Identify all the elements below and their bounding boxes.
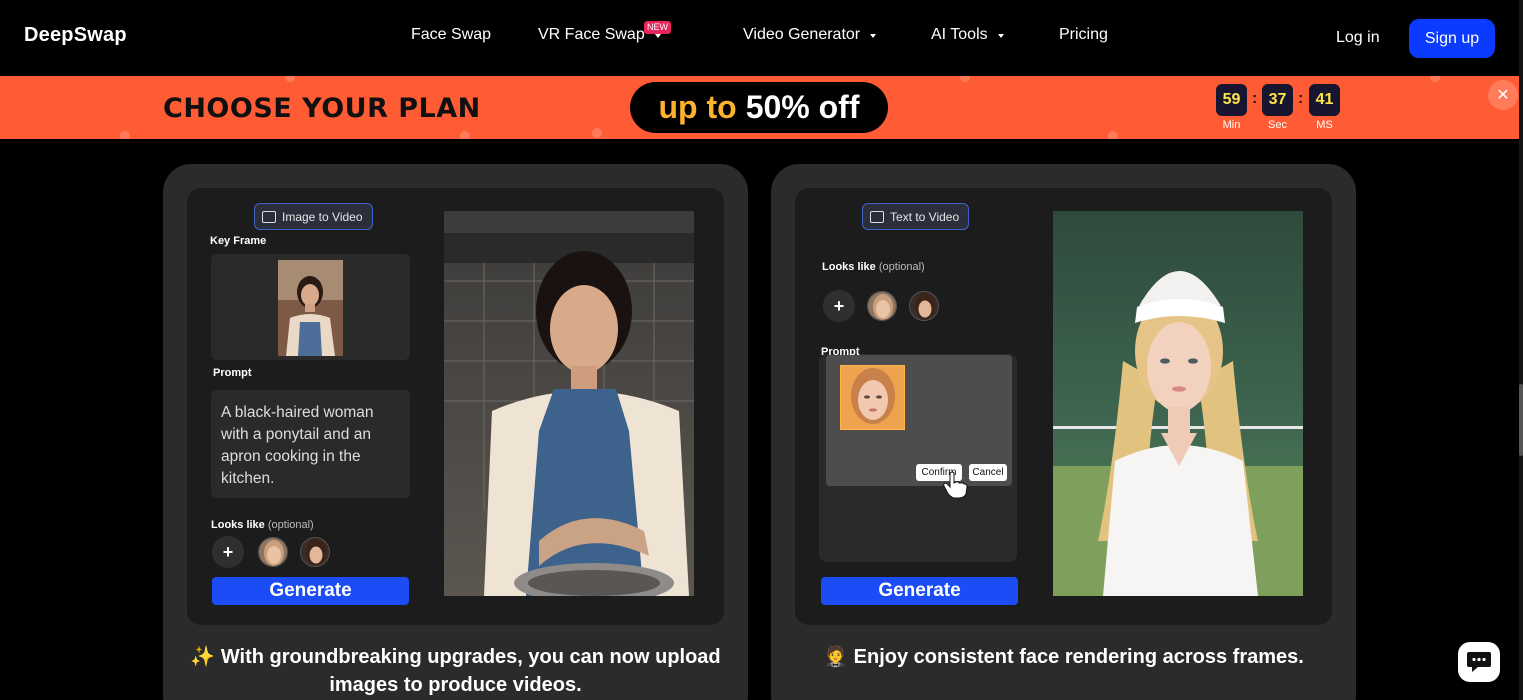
nav-vr-face-swap[interactable]: VR Face Swap NEW (538, 21, 671, 44)
looks-like-label: Looks like (optional) (822, 261, 925, 273)
timer-separator: : (1252, 90, 1258, 107)
chevron-down-icon (870, 34, 877, 38)
decor-dot (1108, 131, 1118, 139)
timer-value: 37 (1262, 84, 1293, 116)
close-icon[interactable]: ✕ (1488, 80, 1518, 110)
prompt-label: Prompt (213, 367, 252, 379)
decor-dot (592, 128, 602, 138)
face-image (910, 292, 938, 320)
login-link[interactable]: Log in (1336, 29, 1380, 47)
face-image (301, 538, 329, 566)
optional-text: (optional) (267, 519, 314, 531)
chevron-down-icon (997, 34, 1004, 38)
promo-banner[interactable]: CHOOSE YOUR PLAN up to 50% off 59 Min : … (0, 76, 1519, 139)
face-image (259, 538, 287, 566)
key-frame-label: Key Frame (210, 235, 267, 247)
face-thumbnail[interactable] (258, 537, 288, 567)
timer-seconds: 37 Sec (1262, 84, 1293, 131)
nav-face-swap-label: Face Swap (411, 26, 492, 43)
discount-pill: up to 50% off (630, 82, 888, 133)
timer-ms: 41 MS (1309, 84, 1340, 131)
logo[interactable]: DeepSwap (24, 24, 127, 47)
person-icon: 🤵 (823, 646, 849, 668)
text-video-icon (870, 210, 884, 223)
tennis-player-image (1053, 211, 1303, 596)
nav-video-generator-label: Video Generator (743, 26, 861, 43)
decor-dot (1430, 76, 1440, 82)
discount-prefix: up to (658, 89, 737, 125)
woman-portrait-image (278, 260, 343, 356)
chat-bubble-icon (1467, 652, 1491, 672)
chat-widget-button[interactable] (1458, 642, 1500, 682)
signup-button[interactable]: Sign up (1409, 19, 1495, 58)
selected-face-thumbnail[interactable] (840, 365, 905, 430)
nav-ai-tools-label: AI Tools (931, 26, 988, 43)
chevron-down-icon (654, 34, 661, 38)
decor-dot (120, 131, 130, 139)
optional-text: (optional) (878, 261, 925, 273)
nav-pricing-label: Pricing (1059, 26, 1108, 43)
nav-face-swap[interactable]: Face Swap (411, 26, 491, 44)
feature-caption: 🤵 Enjoy consistent face rendering across… (791, 643, 1336, 671)
image-video-icon (262, 210, 276, 223)
timer-minutes: 59 Min (1216, 84, 1247, 131)
cancel-button[interactable]: Cancel (969, 464, 1007, 481)
timer-value: 59 (1216, 84, 1247, 116)
caption-text: With groundbreaking upgrades, you can no… (220, 646, 721, 696)
prompt-textarea[interactable]: A black-haired woman with a ponytail and… (211, 390, 410, 498)
mode-chip-label: Text to Video (890, 209, 960, 224)
decor-dot (285, 76, 295, 82)
mode-chip-label: Image to Video (282, 209, 363, 224)
new-badge: NEW (644, 21, 671, 34)
top-navbar: DeepSwap Face Swap VR Face Swap NEW Vide… (0, 0, 1523, 76)
discount-value: 50% off (745, 89, 860, 125)
kitchen-cooking-image (444, 211, 694, 596)
face-confirm-popup: Confirm Cancel (826, 355, 1012, 499)
decor-dot (460, 131, 470, 139)
result-video-frame (1053, 211, 1303, 596)
looks-like-text: Looks like (822, 261, 876, 273)
timer-unit: MS (1316, 119, 1333, 131)
demo-panel: Image to Video Key Frame Prompt A black-… (187, 188, 724, 625)
timer-separator: : (1298, 90, 1304, 107)
decor-dot (960, 76, 970, 82)
feature-card-image-to-video: Image to Video Key Frame Prompt A black-… (163, 164, 748, 700)
face-thumbnail[interactable] (909, 291, 939, 321)
mode-chip-text-to-video[interactable]: Text to Video (862, 203, 970, 230)
page-scrollbar[interactable] (1519, 0, 1523, 700)
generate-button[interactable]: Generate (821, 577, 1018, 605)
nav-video-generator[interactable]: Video Generator (743, 26, 877, 44)
sparkles-icon: ✨ (190, 646, 216, 668)
mode-chip-image-to-video[interactable]: Image to Video (254, 203, 373, 230)
looks-like-text: Looks like (211, 519, 265, 531)
looks-like-label: Looks like (optional) (211, 519, 314, 531)
timer-value: 41 (1309, 84, 1340, 116)
add-face-button[interactable]: + (823, 290, 855, 322)
result-video-frame (444, 211, 694, 596)
timer-unit: Min (1222, 119, 1241, 131)
hand-cursor-icon (943, 471, 968, 499)
key-frame-thumbnail (278, 260, 343, 356)
nav-pricing[interactable]: Pricing (1059, 26, 1108, 44)
generate-button[interactable]: Generate (212, 577, 409, 605)
promo-headline: CHOOSE YOUR PLAN (163, 93, 481, 124)
caption-text: Enjoy consistent face rendering across f… (853, 646, 1304, 668)
timer-unit: Sec (1268, 119, 1287, 131)
feature-card-text-to-video: Text to Video Looks like (optional) + Pr… (771, 164, 1356, 700)
demo-panel: Text to Video Looks like (optional) + Pr… (795, 188, 1332, 625)
feature-caption: ✨ With groundbreaking upgrades, you can … (183, 643, 728, 699)
nav-vr-face-swap-label: VR Face Swap (538, 26, 645, 43)
nav-ai-tools[interactable]: AI Tools (931, 26, 1004, 44)
add-face-button[interactable]: + (212, 536, 244, 568)
face-thumbnail[interactable] (867, 291, 897, 321)
blonde-face-image (841, 366, 904, 429)
key-frame-box[interactable] (211, 254, 410, 360)
face-image (868, 292, 896, 320)
face-thumbnail[interactable] (300, 537, 330, 567)
scrollbar-thumb[interactable] (1519, 384, 1523, 456)
